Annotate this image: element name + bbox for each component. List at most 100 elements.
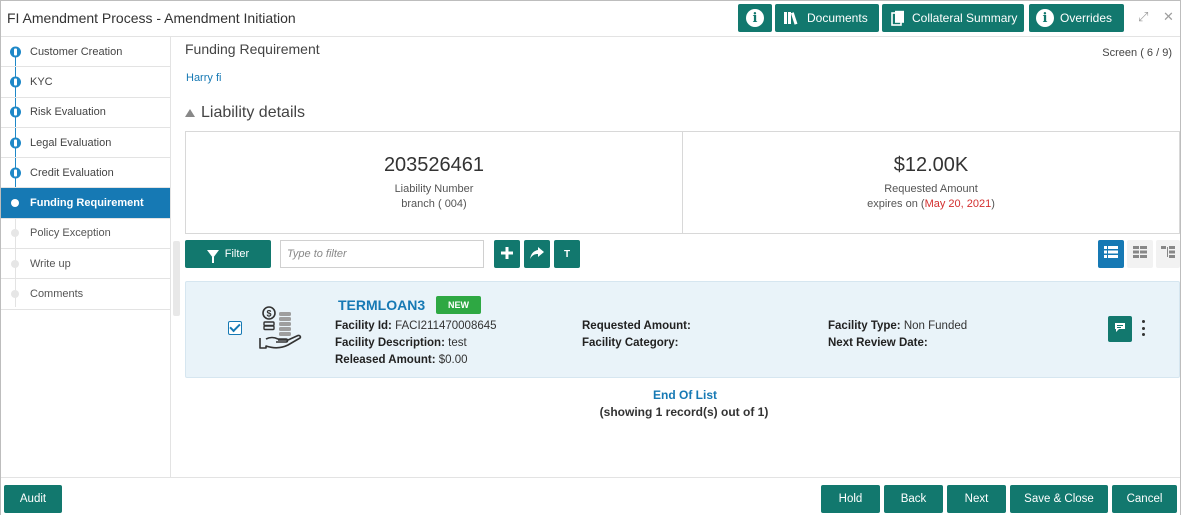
facility-name-link[interactable]: TERMLOAN3 [338,297,425,313]
audit-button[interactable]: Audit [4,485,62,513]
liability-number: 203526461 [383,154,485,176]
sidebar-item-label: Legal Evaluation [30,136,112,149]
completed-step-icon [10,76,21,88]
facility-id-field: Facility Id: FACI211470008645 [335,320,497,332]
collateral-summary-label: Collateral Summary [912,11,1018,25]
released-amount-field: Released Amount: $0.00 [335,354,468,366]
filter-label: Filter [224,248,250,260]
app-window: FI Amendment Process - Amendment Initiat… [0,0,1181,515]
sidebar-item-legal-evaluation[interactable]: Legal Evaluation [1,128,170,159]
field-label: Facility Id: [335,320,392,332]
collapse-caret-icon [185,109,195,117]
hold-button[interactable]: Hold [821,485,880,513]
new-badge: NEW [436,296,481,314]
branch-label: branch ( 004) [401,198,467,210]
field-value: $0.00 [438,354,468,366]
field-label: Next Review Date: [828,337,928,349]
requested-amount-cell: $12.00K Requested Amount expires on (May… [682,132,1179,233]
completed-step-icon [10,137,21,149]
share-arrow-icon [530,246,544,262]
sidebar-item-write-up[interactable]: Write up [1,249,170,280]
expiry-line: expires on (May 20, 2021) [683,198,1179,210]
sidebar-item-label: Write up [30,257,71,270]
share-button[interactable] [524,240,550,268]
header-bar: FI Amendment Process - Amendment Initiat… [1,1,1180,37]
record-count-label: (showing 1 record(s) out of 1) [599,405,769,419]
liability-number-label: Liability Number [394,183,474,195]
list-view-icon [1104,245,1118,263]
info-icon: i [746,9,764,27]
sidebar-item-label: Funding Requirement [30,197,144,210]
save-close-button[interactable]: Save & Close [1010,485,1108,513]
sidebar-item-credit-evaluation[interactable]: Credit Evaluation [1,158,170,189]
current-step-icon [11,199,19,208]
add-button[interactable] [494,240,520,268]
requested-amount-field: Requested Amount: [582,320,691,332]
expiry-suffix: ) [991,198,995,210]
sidebar-item-label: Risk Evaluation [30,106,106,119]
sidebar-item-kyc[interactable]: KYC [1,67,170,98]
facility-type-field: Facility Type: Non Funded [828,320,967,332]
screen-indicator: Screen ( 6 / 9) [1102,47,1172,59]
sidebar-item-customer-creation[interactable]: Customer Creation [1,37,170,68]
liability-section-header[interactable]: Liability details [185,104,305,122]
close-icon[interactable]: ✕ [1163,9,1174,25]
sidebar-item-comments[interactable]: Comments [1,279,170,310]
comments-button[interactable] [1108,316,1132,342]
overrides-button[interactable]: i Overrides [1029,4,1124,32]
collateral-summary-button[interactable]: Collateral Summary [882,4,1024,32]
sidebar-item-label: Comments [30,288,84,301]
sidebar-item-policy-exception[interactable]: Policy Exception [1,219,170,250]
info-button[interactable]: i [738,4,772,32]
facility-card[interactable]: $ TERMLOAN3 NEW Facility Id: FACI2114700… [185,281,1180,378]
sidebar-item-label: Policy Exception [30,227,111,240]
loan-hand-coins-icon: $ [258,304,304,352]
completed-step-icon [10,106,21,118]
completed-step-icon [10,167,21,179]
books-icon [783,10,799,26]
requested-amount: $12.00K [893,154,969,176]
applicant-link[interactable]: Harry fi [186,72,221,84]
pending-step-icon [11,229,19,238]
field-value: Non Funded [903,320,968,332]
documents-button[interactable]: Documents [775,4,879,32]
cancel-button[interactable]: Cancel [1112,485,1177,513]
field-value: FACI211470008645 [395,320,497,332]
tree-view-button[interactable] [1156,240,1180,268]
next-button[interactable]: Next [947,485,1006,513]
field-label: Requested Amount: [582,320,691,332]
field-label: Facility Category: [582,337,679,349]
sidebar-item-risk-evaluation[interactable]: Risk Evaluation [1,98,170,128]
plus-icon [501,246,513,262]
back-button[interactable]: Back [884,485,943,513]
next-review-date-field: Next Review Date: [828,337,928,349]
facility-checkbox[interactable] [228,321,242,335]
field-label: Released Amount: [335,354,436,366]
more-options-icon[interactable] [1141,320,1145,336]
overrides-label: Overrides [1060,11,1113,25]
filter-button[interactable]: Filter [185,240,271,268]
list-view-button[interactable] [1098,240,1124,268]
field-label: Facility Description: [335,337,445,349]
template-button[interactable]: T [554,240,580,268]
requested-amount-label: Requested Amount [884,183,978,195]
sidebar-item-label: Customer Creation [30,45,123,58]
end-of-list-label: End Of List [653,388,717,402]
sidebar-item-funding-requirement[interactable]: Funding Requirement [1,188,170,219]
sidebar-item-label: KYC [30,75,53,88]
section-title: Liability details [201,104,306,121]
grid-view-button[interactable] [1127,240,1153,268]
grid-view-icon [1133,245,1147,263]
pending-step-icon [11,290,19,299]
info-icon: i [1036,9,1054,27]
funnel-icon [206,250,219,263]
field-label: Facility Type: [828,320,901,332]
filter-input[interactable] [280,240,484,268]
sidebar-resize-handle[interactable] [173,241,180,316]
maximize-icon[interactable]: ⤢ [1138,9,1148,25]
copy-document-icon [891,10,905,26]
expiry-date: May 20, 2021 [924,198,992,210]
facility-description-field: Facility Description: test [335,337,467,349]
expiry-prefix: expires on ( [867,198,925,210]
footer-bar: Audit Hold Back Next Save & Close Cancel [1,477,1180,515]
